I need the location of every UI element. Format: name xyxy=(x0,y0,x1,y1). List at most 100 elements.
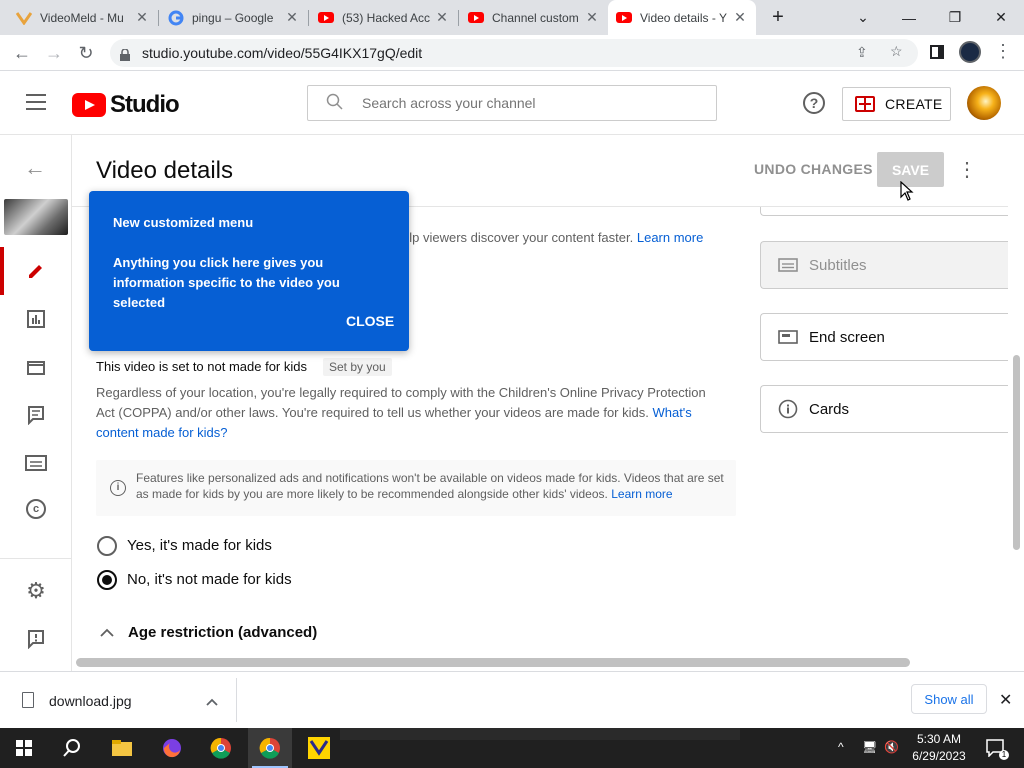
tab-title: VideoMeld - Mu xyxy=(40,10,124,25)
share-icon[interactable]: ⇪ xyxy=(856,44,868,61)
tab-search-chevron-icon[interactable]: ⌄ xyxy=(840,0,886,35)
cards-card[interactable]: Cards xyxy=(760,385,1008,433)
learn-more-link[interactable]: Learn more xyxy=(637,230,703,245)
tab-title: Video details - Y xyxy=(640,10,727,25)
network-icon[interactable]: 🖥 xyxy=(862,740,877,754)
browser-toolbar: ← → ↻ studio.youtube.com/video/55G4IKX17… xyxy=(0,35,1024,71)
youtube-favicon-icon xyxy=(616,10,632,26)
videomeld-favicon-icon xyxy=(16,10,32,26)
subtitles-rail-icon[interactable] xyxy=(24,451,48,475)
tab-channel-custom[interactable]: Channel custom ✕ xyxy=(460,0,608,35)
download-bar: download.jpg Show all ✕ xyxy=(0,671,1024,728)
radio-no-not-made-for-kids[interactable] xyxy=(97,570,117,590)
videomeld-app-icon[interactable] xyxy=(297,728,341,768)
profile-avatar[interactable] xyxy=(959,41,981,63)
set-by-you-badge: Set by you xyxy=(323,358,392,376)
tab-title: Channel custom xyxy=(492,10,579,25)
vertical-scrollbar[interactable] xyxy=(1013,355,1020,550)
create-video-icon xyxy=(855,96,875,112)
editor-clapper-icon[interactable] xyxy=(24,355,48,379)
settings-gear-icon[interactable]: ⚙ xyxy=(24,578,48,603)
channel-avatar[interactable] xyxy=(967,86,1001,120)
back-to-content-icon[interactable]: ← xyxy=(24,155,46,181)
cards-label: Cards xyxy=(809,400,850,418)
tooltip-title: New customized menu xyxy=(113,215,254,230)
close-download-bar-icon[interactable]: ✕ xyxy=(999,690,1012,710)
forward-button[interactable]: → xyxy=(40,39,68,67)
more-options-icon[interactable]: ⋮ xyxy=(957,157,977,182)
studio-header: Studio ? CREATE xyxy=(0,71,1024,135)
reload-button[interactable]: ↻ xyxy=(72,39,100,67)
firefox-icon[interactable] xyxy=(150,728,194,768)
hamburger-menu-icon[interactable] xyxy=(26,94,46,110)
copyright-icon[interactable]: c xyxy=(26,499,46,519)
close-icon[interactable]: ✕ xyxy=(434,9,450,26)
tray-chevron-icon[interactable]: ^ xyxy=(838,740,844,754)
restore-button[interactable]: ❐ xyxy=(932,0,978,35)
volume-muted-icon[interactable]: 🔇 xyxy=(884,740,899,754)
notification-count-badge: 1 xyxy=(999,750,1009,760)
video-thumbnail[interactable] xyxy=(4,199,68,235)
address-bar[interactable]: studio.youtube.com/video/55G4IKX17gQ/edi… xyxy=(110,39,918,67)
create-label: CREATE xyxy=(885,96,943,112)
tab-title: pingu – Google xyxy=(192,10,274,25)
info-learn-more-link[interactable]: Learn more xyxy=(611,487,672,501)
help-icon[interactable]: ? xyxy=(803,92,825,114)
channel-search[interactable] xyxy=(307,85,717,121)
feedback-icon[interactable] xyxy=(24,627,48,651)
chrome-active-icon[interactable] xyxy=(248,728,292,768)
windows-taskbar: ^ 🖥 🔇 5:30 AM 6/29/2023 1 xyxy=(0,728,1024,768)
edit-details-icon[interactable] xyxy=(24,259,48,283)
url-text: studio.youtube.com/video/55G4IKX17gQ/edi… xyxy=(142,45,423,61)
undo-changes-button[interactable]: UNDO CHANGES xyxy=(754,161,873,177)
horizontal-scrollbar[interactable] xyxy=(76,658,910,667)
close-icon[interactable]: ✕ xyxy=(732,9,748,26)
comments-icon[interactable] xyxy=(24,403,48,427)
studio-logo[interactable]: Studio xyxy=(72,91,180,119)
chevron-up-icon[interactable] xyxy=(205,694,219,712)
clock[interactable]: 5:30 AM 6/29/2023 xyxy=(912,731,966,765)
close-icon[interactable]: ✕ xyxy=(584,9,600,26)
close-icon[interactable]: ✕ xyxy=(284,9,300,26)
info-circle-icon xyxy=(777,399,799,419)
subtitles-card[interactable]: Subtitles xyxy=(760,241,1008,289)
tab-title: (53) Hacked Acc xyxy=(342,10,431,25)
studio-logo-text: Studio xyxy=(110,91,180,118)
radio-no-label[interactable]: No, it's not made for kids xyxy=(127,571,292,588)
active-indicator xyxy=(0,247,4,295)
close-icon[interactable]: ✕ xyxy=(134,9,150,26)
tab-google[interactable]: pingu – Google ✕ xyxy=(160,0,308,35)
chevron-up-icon[interactable] xyxy=(100,625,114,643)
tooltip-close-button[interactable]: CLOSE xyxy=(346,313,394,329)
coppa-text: Regardless of your location, you're lega… xyxy=(96,385,706,440)
analytics-icon[interactable] xyxy=(24,307,48,331)
age-restriction-toggle[interactable]: Age restriction (advanced) xyxy=(128,624,317,641)
side-panel-icon[interactable] xyxy=(930,45,944,59)
windows-start-icon[interactable] xyxy=(2,728,46,768)
subtitles-icon xyxy=(777,258,799,272)
tab-video-details[interactable]: Video details - Y ✕ xyxy=(608,0,756,35)
show-all-button[interactable]: Show all xyxy=(911,684,987,714)
search-input[interactable] xyxy=(362,95,716,111)
window-close-button[interactable]: ✕ xyxy=(978,0,1024,35)
youtube-logo-icon xyxy=(72,93,106,117)
chrome-icon[interactable] xyxy=(199,728,243,768)
end-screen-card[interactable]: End screen xyxy=(760,313,1008,361)
info-icon: i xyxy=(110,480,126,496)
new-tab-button[interactable]: + xyxy=(766,5,790,29)
info-box: i Features like personalized ads and not… xyxy=(96,460,736,516)
minimize-button[interactable]: — xyxy=(886,0,932,35)
tab-hacked[interactable]: (53) Hacked Acc ✕ xyxy=(310,0,458,35)
create-button[interactable]: CREATE xyxy=(842,87,951,121)
tab-videomeld[interactable]: VideoMeld - Mu ✕ xyxy=(8,0,158,35)
info-text: Features like personalized ads and notif… xyxy=(136,471,724,501)
bookmark-star-icon[interactable]: ☆ xyxy=(890,43,903,60)
file-explorer-icon[interactable] xyxy=(100,728,144,768)
back-button[interactable]: ← xyxy=(8,39,36,67)
mouse-cursor-icon xyxy=(900,180,914,206)
browser-menu-icon[interactable]: ⋮ xyxy=(994,41,1012,62)
download-filename[interactable]: download.jpg xyxy=(49,693,132,709)
radio-yes-label[interactable]: Yes, it's made for kids xyxy=(127,537,272,554)
taskbar-search-icon[interactable] xyxy=(50,728,94,768)
radio-yes-made-for-kids[interactable] xyxy=(97,536,117,556)
